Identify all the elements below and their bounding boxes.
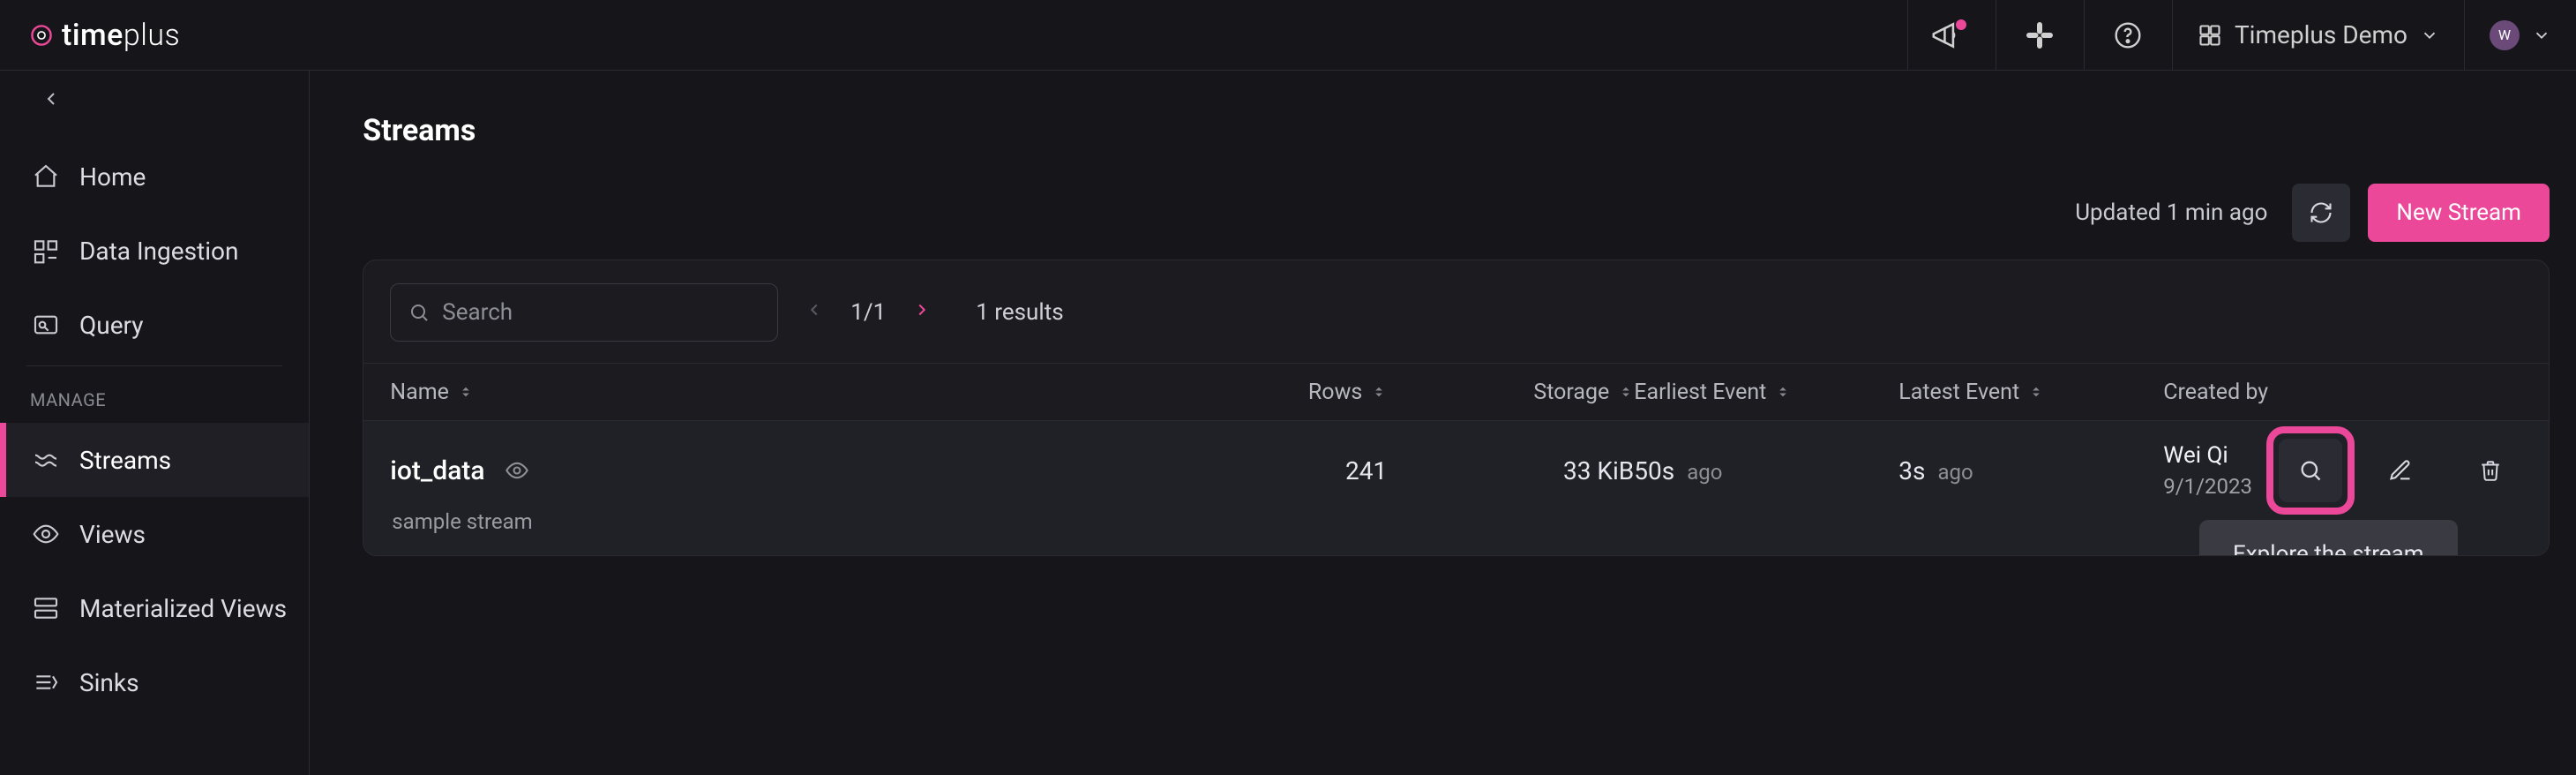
home-icon bbox=[32, 162, 60, 191]
new-stream-button[interactable]: New Stream bbox=[2368, 184, 2550, 242]
brand[interactable]: timeplus bbox=[0, 18, 1907, 53]
content: Streams Updated 1 min ago New Stream 1/1… bbox=[310, 71, 2576, 775]
layout: Home Data Ingestion Query MANAGE Streams… bbox=[0, 71, 2576, 775]
row-latest: 3sago bbox=[1898, 456, 2163, 485]
streams-icon bbox=[32, 446, 60, 474]
explore-stream-button[interactable]: Explore the stream bbox=[2279, 439, 2342, 502]
chevron-down-icon bbox=[2420, 26, 2439, 45]
notification-dot-icon bbox=[1956, 19, 1966, 30]
search-input[interactable] bbox=[442, 299, 760, 326]
table-row[interactable]: iot_data 241 33 KiB 50sago 3sago Wei Qi … bbox=[363, 421, 2549, 555]
toolbar: Updated 1 min ago New Stream bbox=[363, 184, 2550, 242]
creator-name: Wei Qi bbox=[2163, 442, 2252, 469]
sidebar-item-streams[interactable]: Streams bbox=[0, 423, 309, 497]
pager: 1/1 bbox=[805, 299, 932, 326]
pencil-icon bbox=[2388, 458, 2413, 483]
sort-icon bbox=[1775, 384, 1791, 400]
sidebar-item-label: Home bbox=[79, 162, 146, 192]
col-latest[interactable]: Latest Event bbox=[1898, 380, 2163, 405]
page-prev-button[interactable] bbox=[805, 299, 824, 326]
row-actions: Explore the stream bbox=[2279, 439, 2522, 502]
sidebar: Home Data Ingestion Query MANAGE Streams… bbox=[0, 71, 310, 775]
creator-date: 9/1/2023 bbox=[2163, 474, 2252, 499]
workspace-label: Timeplus Demo bbox=[2235, 20, 2408, 49]
page-indicator: 1/1 bbox=[850, 299, 886, 326]
sidebar-item-sinks[interactable]: Sinks bbox=[0, 645, 309, 719]
topbar-actions: Timeplus Demo W bbox=[1907, 0, 2576, 70]
explore-tooltip: Explore the stream bbox=[2199, 520, 2458, 556]
row-created-by: Wei Qi 9/1/2023 Explore the stream bbox=[2163, 439, 2522, 502]
ingestion-icon bbox=[32, 237, 60, 265]
table-header: Name Rows Storage Earliest Event Latest … bbox=[363, 363, 2549, 421]
creator-info: Wei Qi 9/1/2023 bbox=[2163, 442, 2252, 499]
announcements-button[interactable] bbox=[1907, 0, 1996, 70]
brand-logo-icon bbox=[30, 24, 53, 47]
eye-icon[interactable] bbox=[505, 458, 529, 483]
sidebar-item-label: Views bbox=[79, 520, 146, 549]
sidebar-item-label: Sinks bbox=[79, 668, 139, 697]
list-card: 1/1 1 results Name Rows Storage Earliest… bbox=[363, 260, 2550, 556]
sidebar-item-materialized-views[interactable]: Materialized Views bbox=[0, 571, 309, 645]
col-name[interactable]: Name bbox=[390, 380, 1140, 405]
sort-icon bbox=[458, 384, 474, 400]
sort-icon bbox=[1618, 384, 1634, 400]
delete-stream-button[interactable] bbox=[2459, 439, 2522, 502]
workspace-switcher[interactable]: Timeplus Demo bbox=[2172, 0, 2464, 70]
row-storage: 33 KiB bbox=[1387, 456, 1634, 485]
page-next-button[interactable] bbox=[912, 299, 932, 326]
sidebar-item-label: Query bbox=[79, 311, 144, 340]
col-rows[interactable]: Rows bbox=[1140, 380, 1387, 405]
nav: Home Data Ingestion Query MANAGE Streams… bbox=[0, 139, 309, 719]
results-text: 1 results bbox=[976, 299, 1063, 326]
user-menu[interactable]: W bbox=[2464, 0, 2576, 70]
col-created-by: Created by bbox=[2163, 380, 2522, 405]
topbar: timeplus Timeplus Demo W bbox=[0, 0, 2576, 71]
search-input-wrapper[interactable] bbox=[390, 283, 778, 342]
row-rows: 241 bbox=[1140, 456, 1387, 485]
updated-text: Updated 1 min ago bbox=[2075, 199, 2267, 226]
sidebar-item-label: Streams bbox=[79, 446, 171, 475]
sidebar-item-query[interactable]: Query bbox=[0, 288, 309, 362]
sidebar-item-home[interactable]: Home bbox=[0, 139, 309, 214]
views-icon bbox=[32, 520, 60, 548]
nav-divider bbox=[26, 365, 282, 366]
avatar: W bbox=[2490, 20, 2520, 50]
chevron-down-icon bbox=[2532, 26, 2551, 45]
sidebar-item-label: Materialized Views bbox=[79, 594, 287, 623]
col-earliest[interactable]: Earliest Event bbox=[1634, 380, 1898, 405]
row-earliest: 50sago bbox=[1634, 456, 1898, 485]
slack-button[interactable] bbox=[1996, 0, 2084, 70]
sidebar-item-views[interactable]: Views bbox=[0, 497, 309, 571]
mviews-icon bbox=[32, 594, 60, 622]
col-storage[interactable]: Storage bbox=[1387, 380, 1634, 405]
trash-icon bbox=[2479, 459, 2502, 482]
list-topbar: 1/1 1 results bbox=[363, 283, 2549, 363]
search-icon bbox=[408, 302, 430, 323]
workspace-icon bbox=[2198, 23, 2222, 48]
row-name: iot_data bbox=[390, 455, 1140, 486]
refresh-button[interactable] bbox=[2292, 184, 2350, 242]
sort-icon bbox=[2028, 384, 2044, 400]
sinks-icon bbox=[32, 668, 60, 696]
nav-section-heading: MANAGE bbox=[0, 377, 309, 423]
edit-stream-button[interactable] bbox=[2369, 439, 2432, 502]
page-title: Streams bbox=[363, 113, 2550, 148]
sort-icon bbox=[1371, 384, 1387, 400]
query-icon bbox=[32, 311, 60, 339]
help-button[interactable] bbox=[2084, 0, 2172, 70]
sidebar-item-data-ingestion[interactable]: Data Ingestion bbox=[0, 214, 309, 288]
search-icon bbox=[2298, 458, 2323, 483]
collapse-sidebar-button[interactable] bbox=[41, 88, 62, 113]
brand-name: timeplus bbox=[62, 18, 180, 53]
sidebar-item-label: Data Ingestion bbox=[79, 237, 238, 266]
